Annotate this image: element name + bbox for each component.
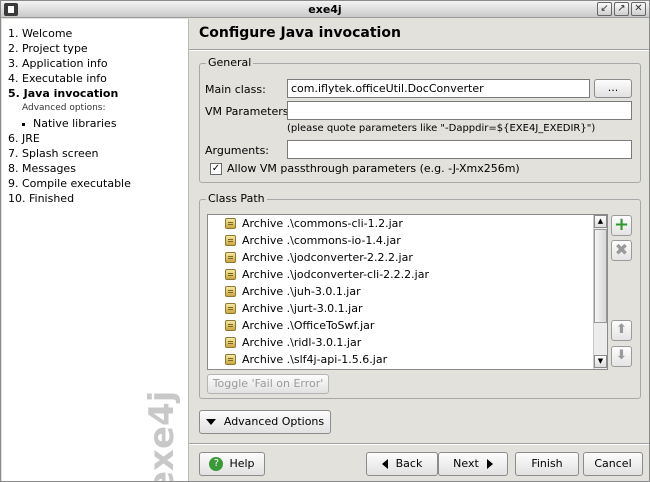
vm-parameters-label: VM Parameters: — [205, 105, 293, 118]
classpath-group-label: Class Path — [206, 192, 267, 205]
list-item[interactable]: Archive .\slf4j-api-1.5.6.jar — [208, 351, 607, 368]
chevron-down-icon — [205, 419, 216, 425]
step-executable-info[interactable]: 4. Executable info — [8, 71, 131, 86]
list-item-label: Archive .\ridl-3.0.1.jar — [242, 336, 362, 349]
move-up-icon[interactable]: ⬆ — [611, 320, 632, 341]
passthrough-label: Allow VM passthrough parameters (e.g. -J… — [227, 162, 520, 175]
cancel-button[interactable]: Cancel — [583, 452, 643, 476]
list-item-label: Archive .\juh-3.0.1.jar — [242, 285, 361, 298]
jar-icon — [225, 252, 236, 263]
list-item[interactable]: Archive .\commons-io-1.4.jar — [208, 232, 607, 249]
step-splash-screen[interactable]: 7. Splash screen — [8, 146, 131, 161]
scroll-up-icon[interactable]: ▲ — [594, 215, 607, 228]
arguments-label: Arguments: — [205, 144, 270, 157]
list-item-label: Archive .\jodconverter-2.2.2.jar — [242, 251, 413, 264]
exe4j-watermark: exe4j — [142, 390, 182, 481]
browse-main-class-button[interactable]: ... — [594, 79, 632, 98]
list-item-label: Archive .\jurt-3.0.1.jar — [242, 302, 363, 315]
jar-icon — [225, 235, 236, 246]
list-item[interactable]: Archive .\jodconverter-2.2.2.jar — [208, 249, 607, 266]
add-icon[interactable]: + — [611, 215, 632, 236]
classpath-group: Class Path Archive .\commons-cli-1.2.jar… — [199, 192, 641, 399]
jar-icon — [225, 354, 236, 365]
help-button[interactable]: ? Help — [199, 452, 265, 476]
vm-parameters-hint: (please quote parameters like "-Dappdir=… — [287, 123, 596, 134]
next-button[interactable]: Next — [438, 452, 508, 476]
help-icon: ? — [209, 457, 224, 471]
jar-icon — [225, 303, 236, 314]
step-native-libraries[interactable]: Native libraries — [8, 116, 131, 131]
move-down-icon[interactable]: ⬇ — [611, 346, 632, 367]
arguments-input[interactable] — [287, 140, 632, 159]
step-application-info[interactable]: 3. Application info — [8, 56, 131, 71]
bullet-icon — [22, 122, 25, 126]
advanced-options-label: Advanced options: — [22, 103, 106, 113]
steps-list: 1. Welcome 2. Project type 3. Applicatio… — [8, 26, 131, 206]
list-item-label: Archive .\OfficeToSwf.jar — [242, 319, 375, 332]
help-label: Help — [229, 457, 255, 470]
passthrough-checkbox[interactable]: ✓ — [210, 163, 222, 175]
list-item-label: Archive .\jodconverter-cli-2.2.2.jar — [242, 268, 429, 281]
step-compile-executable[interactable]: 9. Compile executable — [8, 176, 131, 191]
main-panel: Configure Java invocation General Main c… — [189, 19, 649, 481]
list-item[interactable]: Archive .\jurt-3.0.1.jar — [208, 300, 607, 317]
page-title: Configure Java invocation — [199, 25, 401, 41]
footer-separator — [189, 443, 649, 445]
classpath-scrollbar[interactable]: ▲ ▼ — [593, 215, 607, 369]
list-item[interactable]: Archive .\ridl-3.0.1.jar — [208, 334, 607, 351]
step-welcome[interactable]: 1. Welcome — [8, 26, 131, 41]
next-label: Next — [453, 457, 479, 470]
close-icon[interactable]: ✕ — [631, 2, 646, 16]
list-item[interactable]: Archive .\commons-cli-1.2.jar — [208, 215, 607, 232]
back-label: Back — [395, 457, 423, 470]
remove-icon[interactable]: ✖ — [611, 240, 632, 261]
list-item[interactable]: Archive .\OfficeToSwf.jar — [208, 317, 607, 334]
list-item[interactable]: Archive .\juh-3.0.1.jar — [208, 283, 607, 300]
list-item-label: Archive .\commons-io-1.4.jar — [242, 234, 401, 247]
jar-icon — [225, 269, 236, 280]
step-project-type[interactable]: 2. Project type — [8, 41, 131, 56]
installer-window: exe4j ↙ ↗ ✕ 1. Welcome 2. Project type 3… — [0, 0, 650, 482]
step-finished[interactable]: 10. Finished — [8, 191, 131, 206]
list-item-label: Archive .\slf4j-api-1.5.6.jar — [242, 353, 388, 366]
advanced-options-button[interactable]: Advanced Options — [199, 410, 331, 434]
title-bar: exe4j ↙ ↗ ✕ — [1, 1, 649, 18]
list-item[interactable]: Archive .\jodconverter-cli-2.2.2.jar — [208, 266, 607, 283]
finish-button[interactable]: Finish — [515, 452, 579, 476]
step-java-invocation[interactable]: 5. Java invocation — [8, 86, 131, 101]
scroll-thumb[interactable] — [594, 229, 607, 323]
jar-icon — [225, 320, 236, 331]
step-jre[interactable]: 6. JRE — [8, 131, 131, 146]
title-separator — [189, 49, 649, 51]
vm-parameters-input[interactable] — [287, 101, 632, 120]
main-class-input[interactable]: com.iflytek.officeUtil.DocConverter — [287, 79, 590, 98]
general-group: General Main class: com.iflytek.officeUt… — [199, 56, 641, 183]
classpath-list[interactable]: Archive .\commons-cli-1.2.jar Archive .\… — [207, 214, 608, 370]
back-arrow-icon — [381, 459, 388, 469]
step-native-libraries-label: Native libraries — [33, 117, 117, 130]
list-item-label: Archive .\commons-cli-1.2.jar — [242, 217, 403, 230]
back-button[interactable]: Back — [366, 452, 438, 476]
steps-sidebar: 1. Welcome 2. Project type 3. Applicatio… — [2, 19, 189, 481]
step-messages[interactable]: 8. Messages — [8, 161, 131, 176]
minimize-icon[interactable]: ↙ — [597, 2, 612, 16]
jar-icon — [225, 337, 236, 348]
jar-icon — [225, 286, 236, 297]
scroll-down-icon[interactable]: ▼ — [594, 355, 607, 368]
jar-icon — [225, 218, 236, 229]
toggle-fail-on-error-button[interactable]: Toggle 'Fail on Error' — [207, 374, 329, 394]
window-title: exe4j — [308, 3, 342, 16]
general-group-label: General — [206, 56, 254, 69]
next-arrow-icon — [486, 459, 493, 469]
advanced-options-label: Advanced Options — [223, 415, 325, 428]
maximize-icon[interactable]: ↗ — [614, 2, 629, 16]
main-class-label: Main class: — [205, 83, 266, 96]
